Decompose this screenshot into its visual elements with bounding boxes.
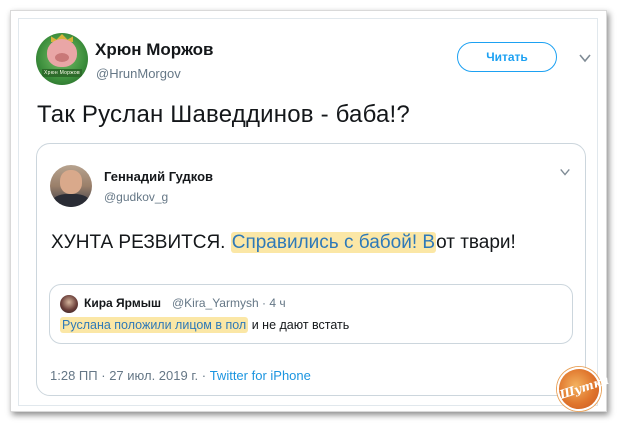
quoted-author-handle[interactable]: @gudkov_g — [104, 190, 168, 204]
quoted-tweet-text: ХУНТА РЕЗВИТСЯ. Справились с бабой! Вот … — [51, 232, 516, 254]
avatar-caption: Хрюн Моржов — [42, 69, 82, 77]
tweet-card: Хрюн Моржов Хрюн Моржов @HrunMorgov Чита… — [18, 18, 598, 406]
follow-button[interactable]: Читать — [457, 42, 557, 72]
tweet-text: Так Руслан Шаведдинов - баба!? — [37, 101, 410, 128]
quoted-text-end: от твари! — [436, 232, 516, 253]
nested-text-highlight: Руслана положили лицом в пол — [60, 317, 249, 333]
meta-separator: · — [101, 368, 106, 383]
tweet-date[interactable]: 27 июл. 2019 г. — [109, 368, 198, 383]
meta-separator: · — [201, 368, 207, 383]
tweet-time[interactable]: 1:28 ПП — [50, 368, 98, 383]
avatar[interactable]: Хрюн Моржов — [36, 33, 88, 85]
pig-snout-icon — [55, 53, 69, 62]
nested-quoted-tweet[interactable]: Кира Ярмыш @Kira_Yarmysh · 4 ч Руслана п… — [49, 284, 573, 344]
tweet-client-link[interactable]: Twitter for iPhone — [210, 368, 311, 383]
face-icon — [60, 170, 82, 194]
author-name[interactable]: Хрюн Моржов — [95, 40, 213, 60]
quoted-text-plain: ХУНТА РЕЗВИТСЯ. — [51, 232, 231, 253]
nested-text-plain: и не дают встать — [248, 318, 350, 332]
nested-time[interactable]: 4 ч — [269, 296, 285, 310]
tweet-meta: 1:28 ПП · 27 июл. 2019 г. · Twitter for … — [50, 368, 311, 383]
chevron-down-icon[interactable] — [559, 166, 571, 178]
chevron-down-icon[interactable] — [578, 51, 592, 65]
quoted-text-highlight: Справились с бабой! В — [230, 232, 437, 253]
avatar[interactable] — [50, 165, 92, 207]
author-handle[interactable]: @HrunMorgov — [96, 66, 181, 81]
quoted-tweet[interactable]: Геннадий Гудков @gudkov_g ХУНТА РЕЗВИТСЯ… — [36, 143, 586, 396]
meta-separator: · — [262, 296, 266, 310]
suit-icon — [52, 194, 90, 207]
avatar[interactable] — [60, 295, 78, 313]
nested-author-name[interactable]: Кира Ярмыш — [84, 296, 161, 310]
quoted-author-name[interactable]: Геннадий Гудков — [104, 169, 213, 184]
nested-author-handle[interactable]: @Kira_Yarmysh — [172, 296, 259, 310]
nested-tweet-text: Руслана положили лицом в пол и не дают в… — [60, 317, 350, 333]
nested-author-meta: @Kira_Yarmysh · 4 ч — [172, 296, 286, 310]
